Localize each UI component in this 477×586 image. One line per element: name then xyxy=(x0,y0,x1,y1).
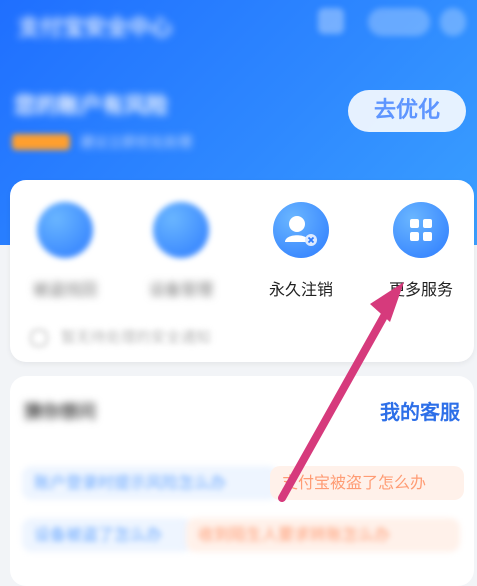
service-label: 更多服务 xyxy=(388,280,453,299)
faq-title: 猜你想问 xyxy=(24,402,96,423)
notice-row[interactable]: 暂无待处理的安全通知 xyxy=(30,326,211,347)
shield-icon xyxy=(37,202,93,258)
status-sub: 建议立即优化处理 xyxy=(80,135,192,151)
notice-icon xyxy=(30,328,48,347)
status-tag xyxy=(12,134,70,150)
user-remove-icon xyxy=(273,202,329,258)
service-card: 被盗找回 设备管理 永久注销 更多服务 暂无待处理的安全通知 xyxy=(10,180,474,362)
faq-chip[interactable]: 支付宝被盗了怎么办 xyxy=(270,466,464,500)
service-item-stolen-recovery[interactable]: 被盗找回 xyxy=(10,202,120,300)
app-title: 支付宝安全中心 xyxy=(18,16,173,41)
faq-chip[interactable]: 账户登录时提示风险怎么办 xyxy=(22,466,278,500)
service-label: 被盗找回 xyxy=(32,280,97,299)
grid-icon xyxy=(393,202,449,258)
optimize-button[interactable]: 去优化 xyxy=(348,90,466,132)
service-item-more[interactable]: 更多服务 xyxy=(366,202,476,300)
service-item-device-management[interactable]: 设备管理 xyxy=(126,202,236,300)
faq-chip[interactable]: 收到陌生人要求转账怎么办 xyxy=(186,518,460,552)
my-service-link[interactable]: 我的客服 xyxy=(380,396,460,425)
message-icon[interactable] xyxy=(318,8,344,34)
more-icon[interactable] xyxy=(440,8,466,36)
service-label: 永久注销 xyxy=(268,280,333,299)
status-title: 您的账户有风险 xyxy=(14,94,169,119)
service-item-permanent-cancel[interactable]: 永久注销 xyxy=(246,202,356,300)
notice-text: 暂无待处理的安全通知 xyxy=(60,328,211,346)
device-icon xyxy=(153,202,209,258)
service-label: 设备管理 xyxy=(148,280,213,299)
top-pill[interactable] xyxy=(368,8,430,36)
faq-chip[interactable]: 设备被盗了怎么办 xyxy=(22,518,192,552)
